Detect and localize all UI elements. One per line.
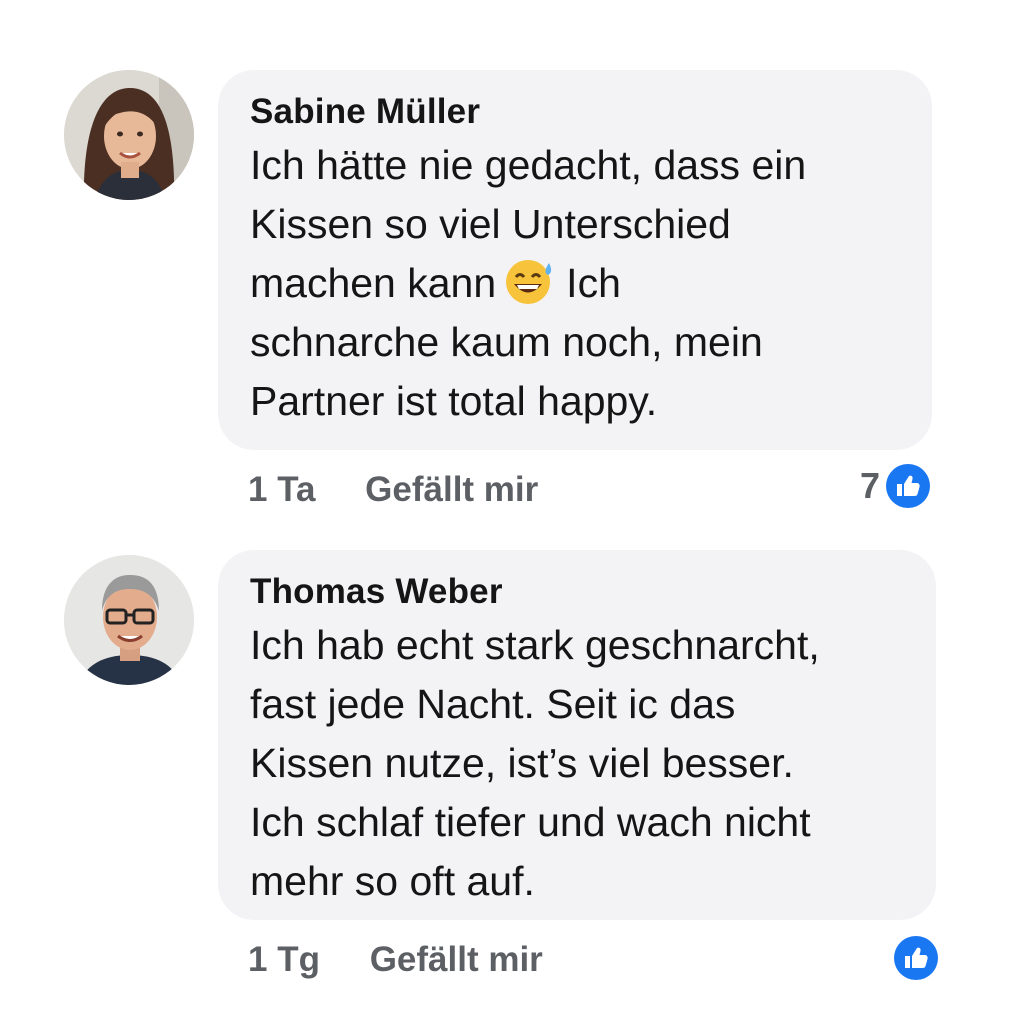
comment-line: Ich schlaf tiefer und wach nicht xyxy=(250,799,811,845)
like-button[interactable]: Gefällt mir xyxy=(365,470,538,510)
comment-line: machen kann Ich xyxy=(250,254,902,313)
comment-line: Kissen so viel Unterschied xyxy=(250,201,731,247)
thumbs-up-icon xyxy=(894,936,938,980)
comment-line: fast jede Nacht. Seit ic das xyxy=(250,681,736,727)
comment-line: Kissen nutze, ist’s viel besser. xyxy=(250,740,794,786)
comment-line: Ich hab echt stark geschnarcht, xyxy=(250,622,820,668)
comment-text: Ich hab echt stark geschnarcht, fast jed… xyxy=(250,616,906,911)
avatar-man-icon xyxy=(64,555,194,685)
comment-line: mehr so oft auf. xyxy=(250,858,535,904)
like-button[interactable]: Gefällt mir xyxy=(370,940,543,980)
comment-line-segment: machen kann xyxy=(250,260,497,306)
avatar-woman-icon xyxy=(64,70,194,200)
comment-time[interactable]: 1 Ta xyxy=(248,470,315,510)
comment-text: Ich hätte nie gedacht, dass ein Kissen s… xyxy=(250,136,902,431)
reaction-count: 7 xyxy=(860,465,881,506)
comment-author[interactable]: Thomas Weber xyxy=(250,570,906,614)
comment-line: Partner ist total happy. xyxy=(250,378,658,424)
comment-bubble: Sabine Müller Ich hätte nie gedacht, das… xyxy=(218,70,932,450)
comment-time[interactable]: 1 Tg xyxy=(248,940,320,980)
reaction-summary[interactable] xyxy=(894,936,938,980)
avatar[interactable] xyxy=(64,555,194,685)
reaction-summary[interactable]: 7 xyxy=(860,464,931,508)
comment-line: Ich hätte nie gedacht, dass ein xyxy=(250,142,807,188)
comment-line: schnarche kaum noch, mein xyxy=(250,319,763,365)
sweat-smile-emoji-icon xyxy=(502,257,558,305)
thumbs-up-icon xyxy=(886,464,931,508)
avatar[interactable] xyxy=(64,70,194,200)
comment-line-segment: Ich xyxy=(566,260,621,306)
comment-meta: 1 Ta Gefällt mir xyxy=(248,470,538,510)
comment-bubble: Thomas Weber Ich hab echt stark geschnar… xyxy=(218,550,936,920)
comment-author[interactable]: Sabine Müller xyxy=(250,90,902,134)
comment-meta: 1 Tg Gefällt mir xyxy=(248,940,543,980)
